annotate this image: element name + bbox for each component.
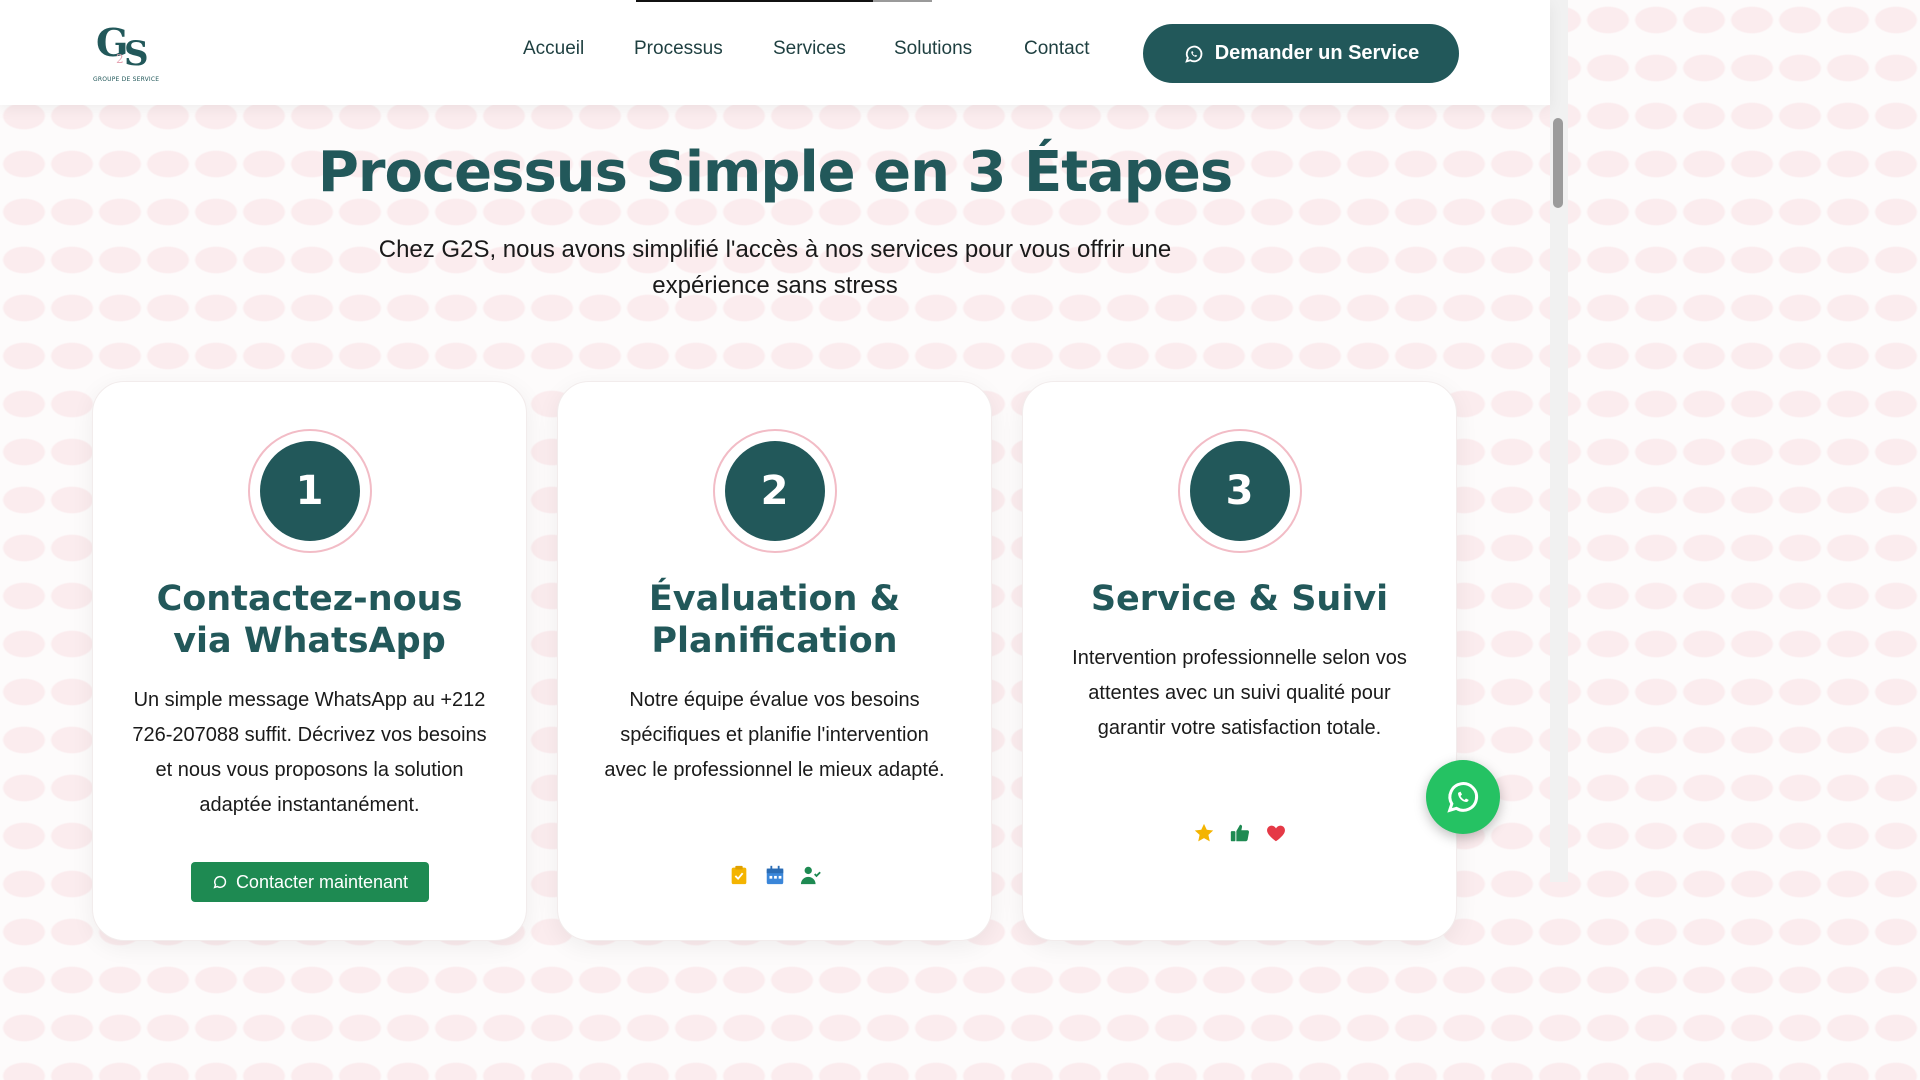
clipboard-check-icon <box>731 865 746 885</box>
step-number-badge: 2 <box>712 429 837 553</box>
nav-link-solutions[interactable]: Solutions <box>894 38 972 60</box>
step-title: Évaluation & Planification <box>648 579 901 661</box>
heart-icon <box>1266 825 1285 842</box>
step-icons <box>1023 822 1456 844</box>
nav-link-services[interactable]: Services <box>773 38 846 60</box>
step-title: Contactez-nous via WhatsApp <box>156 579 463 661</box>
step-description: Un simple message WhatsApp au +212 726-2… <box>132 689 487 816</box>
step-number-badge: 3 <box>1177 429 1302 553</box>
logo-tagline: GROUPE DE SERVICE <box>93 76 160 83</box>
nav-link-processus[interactable]: Processus <box>634 38 723 60</box>
contact-now-button[interactable]: Contacter maintenant <box>191 862 429 902</box>
step-description: Intervention professionnelle selon vos a… <box>1072 647 1407 739</box>
logo-mark-2: 2 <box>116 52 124 66</box>
section-subtitle: Chez G2S, nous avons simplifié l'accès à… <box>378 236 1172 299</box>
step-title: Service & Suivi <box>1090 579 1389 619</box>
scroll-progress-bar <box>636 0 932 2</box>
section-title: Processus Simple en 3 Étapes <box>317 140 1233 205</box>
nav-link-contact[interactable]: Contact <box>1024 38 1089 60</box>
step-description: Notre équipe évalue vos besoins spécifiq… <box>604 689 945 781</box>
step-number: 1 <box>259 441 360 541</box>
whatsapp-icon <box>1184 45 1203 63</box>
step-card-1: 1 Contactez-nous via WhatsApp Un simple … <box>92 381 527 941</box>
step-card-3: 3 Service & Suivi Intervention professio… <box>1022 381 1457 941</box>
step-number-badge: 1 <box>247 429 372 553</box>
nav-link-accueil[interactable]: Accueil <box>523 38 584 60</box>
step-number: 2 <box>724 441 825 541</box>
whatsapp-floating-button[interactable] <box>1426 760 1500 834</box>
request-service-button[interactable]: Demander un Service <box>1143 24 1459 83</box>
user-check-icon <box>800 866 821 885</box>
scrollbar-thumb[interactable] <box>1553 118 1563 208</box>
logo-mark-s: S <box>124 34 149 74</box>
contact-now-label: Contacter maintenant <box>235 871 409 892</box>
step-number: 3 <box>1189 441 1290 541</box>
step-icons <box>558 864 991 886</box>
site-header: G 2 S GROUPE DE SERVICE Accueil Processu… <box>0 0 1550 105</box>
request-service-label: Demander un Service <box>1214 42 1420 64</box>
calendar-icon <box>766 865 783 885</box>
step-card-2: 2 Évaluation & Planification Notre équip… <box>557 381 992 941</box>
logo[interactable]: G 2 S GROUPE DE SERVICE <box>92 20 166 84</box>
star-icon <box>1194 823 1213 842</box>
whatsapp-icon <box>213 875 227 889</box>
thumbs-up-icon <box>1230 824 1249 842</box>
whatsapp-icon <box>1447 782 1478 813</box>
scroll-progress-fill <box>636 0 873 2</box>
